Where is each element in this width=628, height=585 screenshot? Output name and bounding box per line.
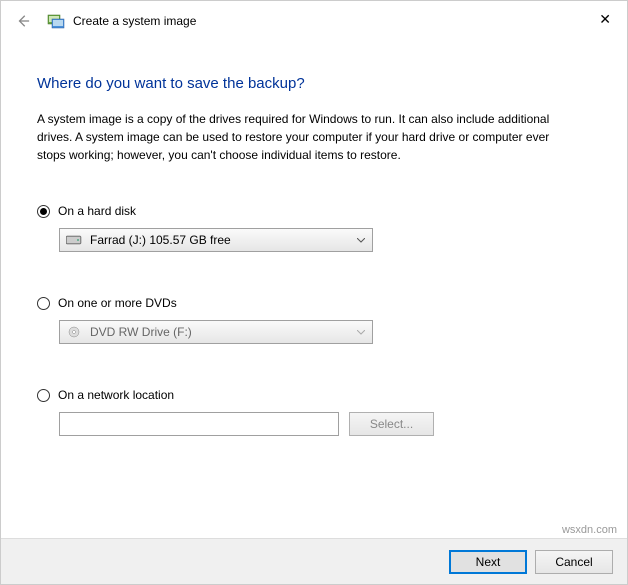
back-arrow-icon[interactable] [11, 9, 35, 33]
system-image-icon [47, 12, 65, 30]
watermark-text: wsxdn.com [562, 524, 617, 536]
radio-network[interactable] [37, 389, 50, 402]
window-title: Create a system image [73, 14, 196, 28]
option-network-label[interactable]: On a network location [58, 388, 174, 402]
radio-dvd[interactable] [37, 297, 50, 310]
description-text: A system image is a copy of the drives r… [37, 110, 577, 164]
option-dvd-label[interactable]: On one or more DVDs [58, 296, 177, 310]
radio-hard-disk[interactable] [37, 205, 50, 218]
next-button[interactable]: Next [449, 550, 527, 574]
select-button[interactable]: Select... [349, 412, 434, 436]
page-heading: Where do you want to save the backup? [37, 75, 591, 92]
hard-disk-selected: Farrad (J:) 105.57 GB free [90, 233, 231, 247]
chevron-down-icon [350, 321, 372, 343]
footer-bar: Next Cancel [1, 538, 627, 584]
hard-disk-dropdown[interactable]: Farrad (J:) 105.57 GB free [59, 228, 373, 252]
hard-drive-icon [66, 234, 82, 246]
dvd-selected: DVD RW Drive (F:) [90, 325, 192, 339]
dvd-dropdown[interactable]: DVD RW Drive (F:) [59, 320, 373, 344]
option-hard-disk-label[interactable]: On a hard disk [58, 204, 136, 218]
cancel-button[interactable]: Cancel [535, 550, 613, 574]
chevron-down-icon [350, 229, 372, 251]
dvd-drive-icon [66, 326, 82, 338]
network-path-input[interactable] [59, 412, 339, 436]
